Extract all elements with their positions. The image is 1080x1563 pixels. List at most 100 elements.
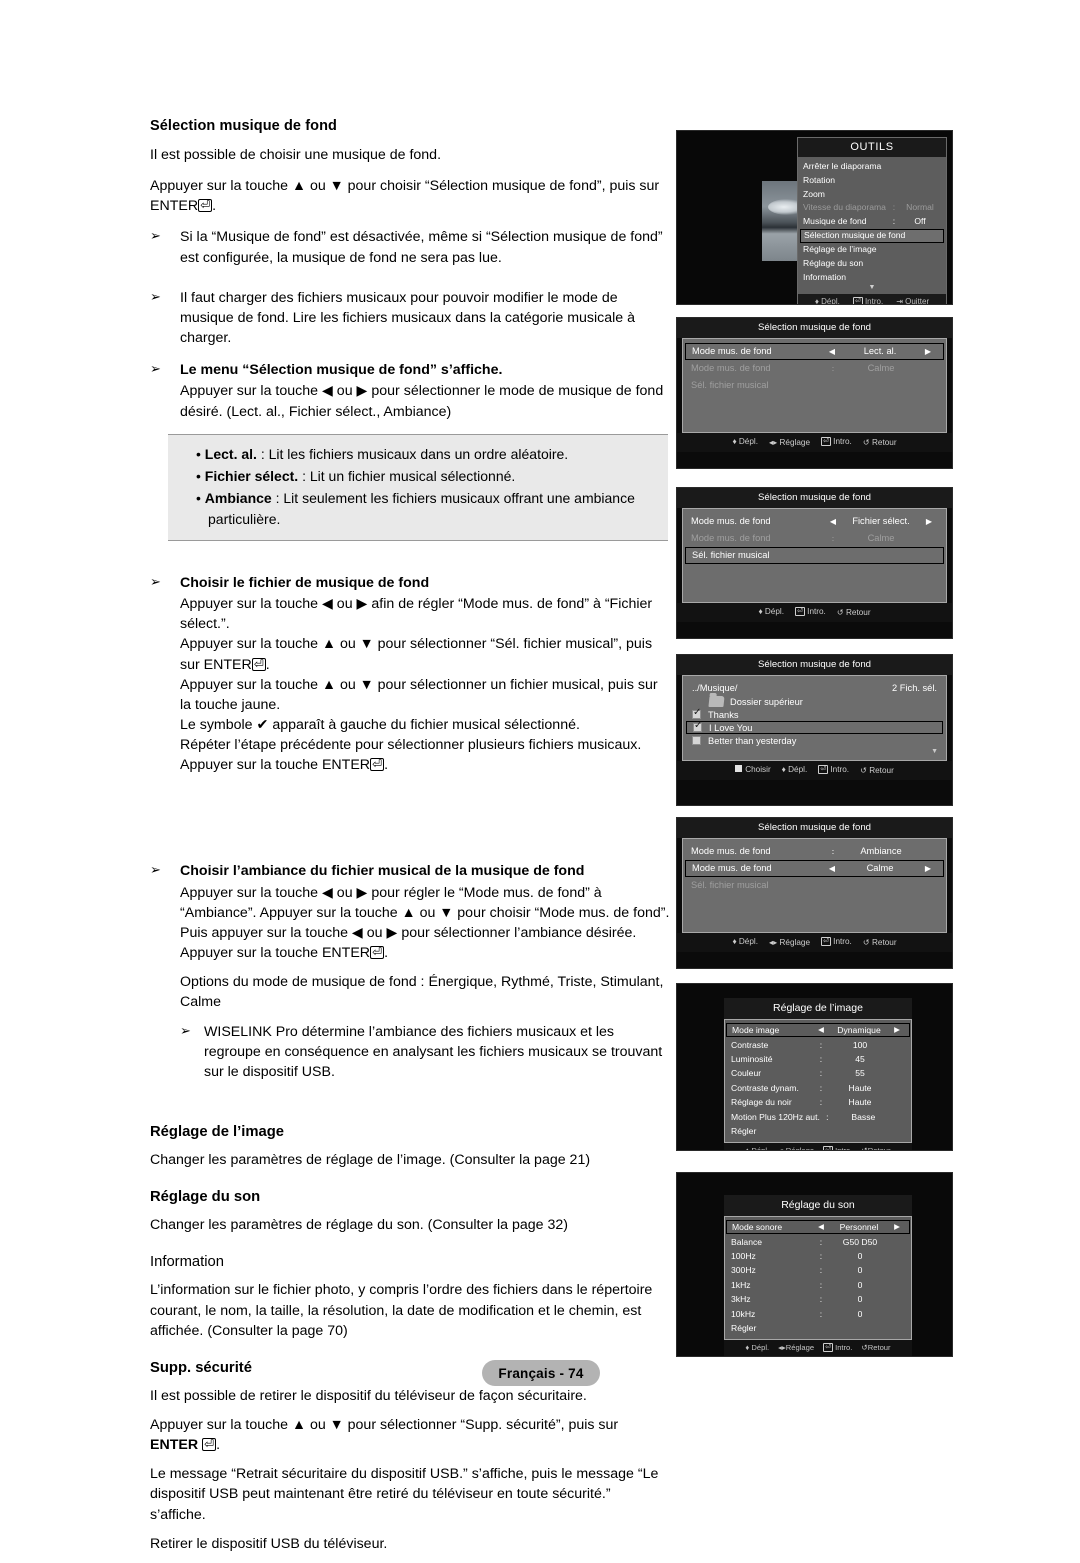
setting-row-select-music-file[interactable]: Sél. fichier musical [685,547,944,565]
setting-row-3khz[interactable]: 3kHz : 0 [725,1292,911,1306]
panel-title: Sélection musique de fond [677,488,952,508]
footer-return-label: Retour [867,1146,891,1151]
setting-label: Sél. fichier musical [691,880,769,891]
setting-row-brightness[interactable]: Luminosité : 45 [725,1052,911,1066]
setting-row-contrast[interactable]: Contraste : 100 [725,1037,911,1051]
choose-ambiance-heading: Choisir l’ambiance du fichier musical de… [180,863,585,880]
setting-row-bgm-mode[interactable]: Mode mus. de fond : Ambiance [683,843,946,860]
left-arrow-icon[interactable]: ◀ [824,516,842,527]
list-item[interactable]: I Love You [686,720,943,735]
setting-row-100hz[interactable]: 100Hz : 0 [725,1249,911,1263]
setting-value: Lect. al. [863,346,897,356]
setting-value: 0 [857,1294,863,1305]
checkbox-checked-icon[interactable] [692,707,701,720]
tv-screenshot-picture-settings: Réglage de l’image Mode image ◀ Dynamiqu… [676,983,953,1151]
note-bullet-2-text: Il faut charger des fichiers musicaux po… [180,289,636,347]
enter-label: ENTER [150,1437,199,1454]
tools-menu-items: Arrêter le diaporama Rotation Zoom Vites… [798,157,946,294]
setting-row-sound-mode[interactable]: Mode sonore ◀ Personnel ▶ [726,1220,910,1235]
menu-item-sound-settings[interactable]: Réglage du son [798,257,946,271]
left-arrow-icon[interactable]: ◀ [823,346,841,357]
setting-row-bgm-mode[interactable]: Mode mus. de fond ◀ Lect. al. ▶ [685,343,944,361]
left-arrow-icon[interactable]: ◀ [814,1222,828,1233]
setting-row-adjust[interactable]: Régler [725,1124,911,1138]
setting-separator: : [819,1251,823,1261]
setting-separator: : [826,1111,829,1122]
footer-move-hint: ♦ Dépl. [758,607,785,617]
footer-exit-hint: ⇥ Quitter [896,296,930,305]
choose-file-heading: Choisir le fichier de musique de fond [180,574,430,591]
setting-label: Sél. fichier musical [692,550,770,561]
left-arrow-icon[interactable]: ◀ [814,1025,828,1036]
checkbox-unchecked-icon[interactable] [692,736,701,746]
right-arrow-icon[interactable]: ▶ [890,1222,904,1233]
right-arrow-icon[interactable]: ▶ [890,1025,904,1036]
enter-key-icon: ⏎ [818,764,829,774]
setting-separator: : [819,1265,823,1276]
file-name: Thanks [708,709,739,720]
setting-label: Mode mus. de fond [692,346,772,356]
document-text-column: Sélection musique de fond Il est possibl… [150,118,670,1563]
setting-row-dynamic-contrast[interactable]: Contraste dynam. : Haute [725,1081,911,1095]
setting-separator: : [831,533,835,543]
setting-row-bgm-mode[interactable]: Mode mus. de fond ◀ Fichier sélect. ▶ [683,513,946,530]
choose-file-line-1: Appuyer sur la touche ◀ ou ▶ afin de rég… [180,596,653,633]
term-sep: : [298,468,310,485]
parent-folder-item[interactable]: Dossier supérieur [683,695,946,708]
setting-row-picture-mode[interactable]: Mode image ◀ Dynamique ▶ [726,1023,910,1038]
scroll-down-caret-icon[interactable]: ▼ [683,748,946,756]
menu-item-zoom[interactable]: Zoom [798,188,946,202]
tools-menu-footer: ♦ Dépl. ⏎ Intro. ⇥ Quitter [798,293,946,305]
setting-label: Régler [731,1126,757,1137]
scroll-down-caret-icon[interactable]: ▼ [798,284,946,292]
setting-row-balance[interactable]: Balance : G50 D50 [725,1234,911,1248]
menu-item-stop-slideshow[interactable]: Arrêter le diaporama [798,160,946,174]
panel-body: Mode mus. de fond ◀ Fichier sélect. ▶ Mo… [682,508,947,604]
setting-row-1khz[interactable]: 1kHz : 0 [725,1278,911,1292]
footer-enter-label: Intro. [833,937,852,947]
right-arrow-icon[interactable]: ▶ [919,863,937,874]
safe-remove-line-4: Retirer le dispositif USB du téléviseur. [150,1535,388,1552]
menu-item-label: Réglage de l’image [803,244,877,255]
panel-body: Mode mus. de fond : Ambiance Mode mus. d… [682,838,947,934]
setting-label: 100Hz [731,1251,756,1261]
setting-separator: : [819,1068,823,1079]
setting-value: 45 [855,1054,865,1064]
menu-item-slideshow-speed[interactable]: Vitesse du diaporama : Normal [798,201,946,215]
safe-remove-line-1: Il est possible de retirer le dispositif… [150,1387,587,1404]
menu-item-label: Arrêter le diaporama [803,161,882,172]
right-arrow-icon[interactable]: ▶ [920,516,938,527]
setting-row-adjust[interactable]: Régler [725,1321,911,1335]
footer-move-label: Dépl. [821,296,840,305]
setting-label: Mode mus. de fond [691,533,771,544]
checkbox-checked-icon[interactable] [693,720,702,733]
list-item: • Ambiance : Lit seulement les fichiers … [196,490,635,527]
menu-item-rotation[interactable]: Rotation [798,174,946,188]
list-item[interactable]: Thanks [683,707,946,721]
footer-enter-label: Intro. [807,607,826,617]
list-item[interactable]: Better than yesterday [683,734,946,747]
menu-item-background-music[interactable]: Musique de fond : Off [798,215,946,229]
choose-file-line-3: Appuyer sur la touche ▲ ou ▼ pour sélect… [180,676,658,713]
footer-enter-hint: ⏎ Intro. [821,937,852,947]
note-bullet-1-text: Si la “Musique de fond” est désactivée, … [180,229,663,266]
menu-item-information[interactable]: Information [798,271,946,285]
enter-key-icon: ⏎ [795,607,805,617]
footer-return-label: Retour [845,608,871,618]
right-arrow-icon[interactable]: ▶ [919,346,937,357]
menu-item-picture-settings[interactable]: Réglage de l’image [798,243,946,257]
setting-row-motion-plus[interactable]: Motion Plus 120Hz aut. : Basse [725,1109,911,1123]
left-arrow-icon[interactable]: ◀ [823,863,841,874]
tools-menu-title: OUTILS [798,138,946,157]
menu-item-value: Off [914,216,926,227]
setting-row-bgm-mood[interactable]: Mode mus. de fond ◀ Calme ▶ [685,860,944,878]
choose-ambiance-bullet: ➢ Choisir l’ambiance du fichier musical … [150,861,670,1082]
setting-value: Basse [851,1111,876,1122]
setting-separator: : [819,1236,823,1247]
setting-row-select-music-file: Sél. fichier musical [683,377,946,394]
menu-item-bgm-selection[interactable]: Sélection musique de fond [800,228,944,244]
setting-row-black-adjust[interactable]: Réglage du noir : Haute [725,1095,911,1109]
setting-row-300hz[interactable]: 300Hz : 0 [725,1263,911,1277]
setting-row-10khz[interactable]: 10kHz : 0 [725,1306,911,1320]
setting-row-color[interactable]: Couleur : 55 [725,1066,911,1080]
